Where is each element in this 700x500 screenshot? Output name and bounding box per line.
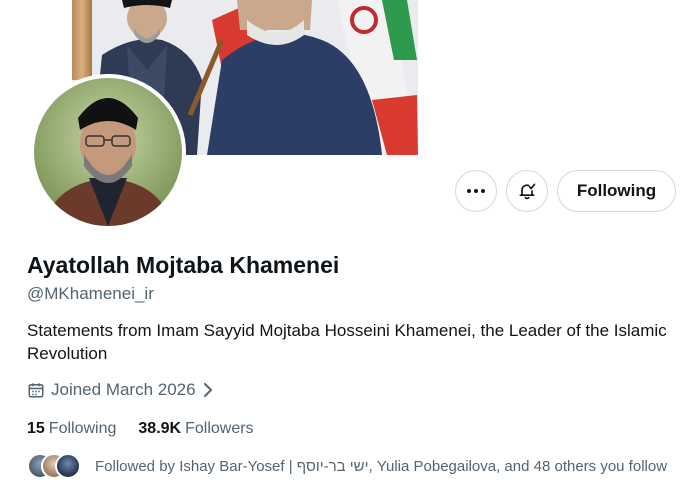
profile-bio: Statements from Imam Sayyid Mojtaba Hoss… (27, 321, 667, 363)
more-button[interactable] (455, 170, 497, 212)
avatar-photo (34, 78, 182, 226)
profile-handle: @MKhamenei_ir (27, 284, 154, 303)
following-button[interactable]: Following (557, 170, 676, 212)
following-label: Following (48, 420, 117, 437)
following-count-link[interactable]: 15 Following (27, 420, 116, 438)
follow-counts: 15 Following 38.9K Followers (27, 420, 254, 438)
banner-post (72, 0, 92, 80)
profile-name: Ayatollah Mojtaba Khamenei (27, 252, 340, 278)
followers-label: Followers (185, 420, 254, 437)
avatar[interactable] (30, 74, 186, 230)
follower-avatars (27, 453, 81, 479)
following-count: 15 (27, 420, 45, 437)
bell-check-icon (519, 183, 536, 200)
notifications-button[interactable] (506, 170, 548, 212)
followers-count: 38.9K (138, 420, 182, 437)
avatar (55, 453, 81, 479)
followed-by[interactable]: Followed by Ishay Bar-Yosef | ישי בר-יוס… (27, 453, 667, 479)
more-horizontal-icon (467, 189, 485, 193)
followed-by-text: Followed by Ishay Bar-Yosef | ישי בר-יוס… (95, 457, 668, 475)
joined-label: Joined March 2026 (51, 380, 196, 399)
joined-date[interactable]: Joined March 2026 (27, 380, 214, 400)
chevron-right-icon (203, 383, 212, 397)
followers-count-link[interactable]: 38.9K Followers (138, 420, 253, 438)
calendar-icon (28, 383, 44, 398)
